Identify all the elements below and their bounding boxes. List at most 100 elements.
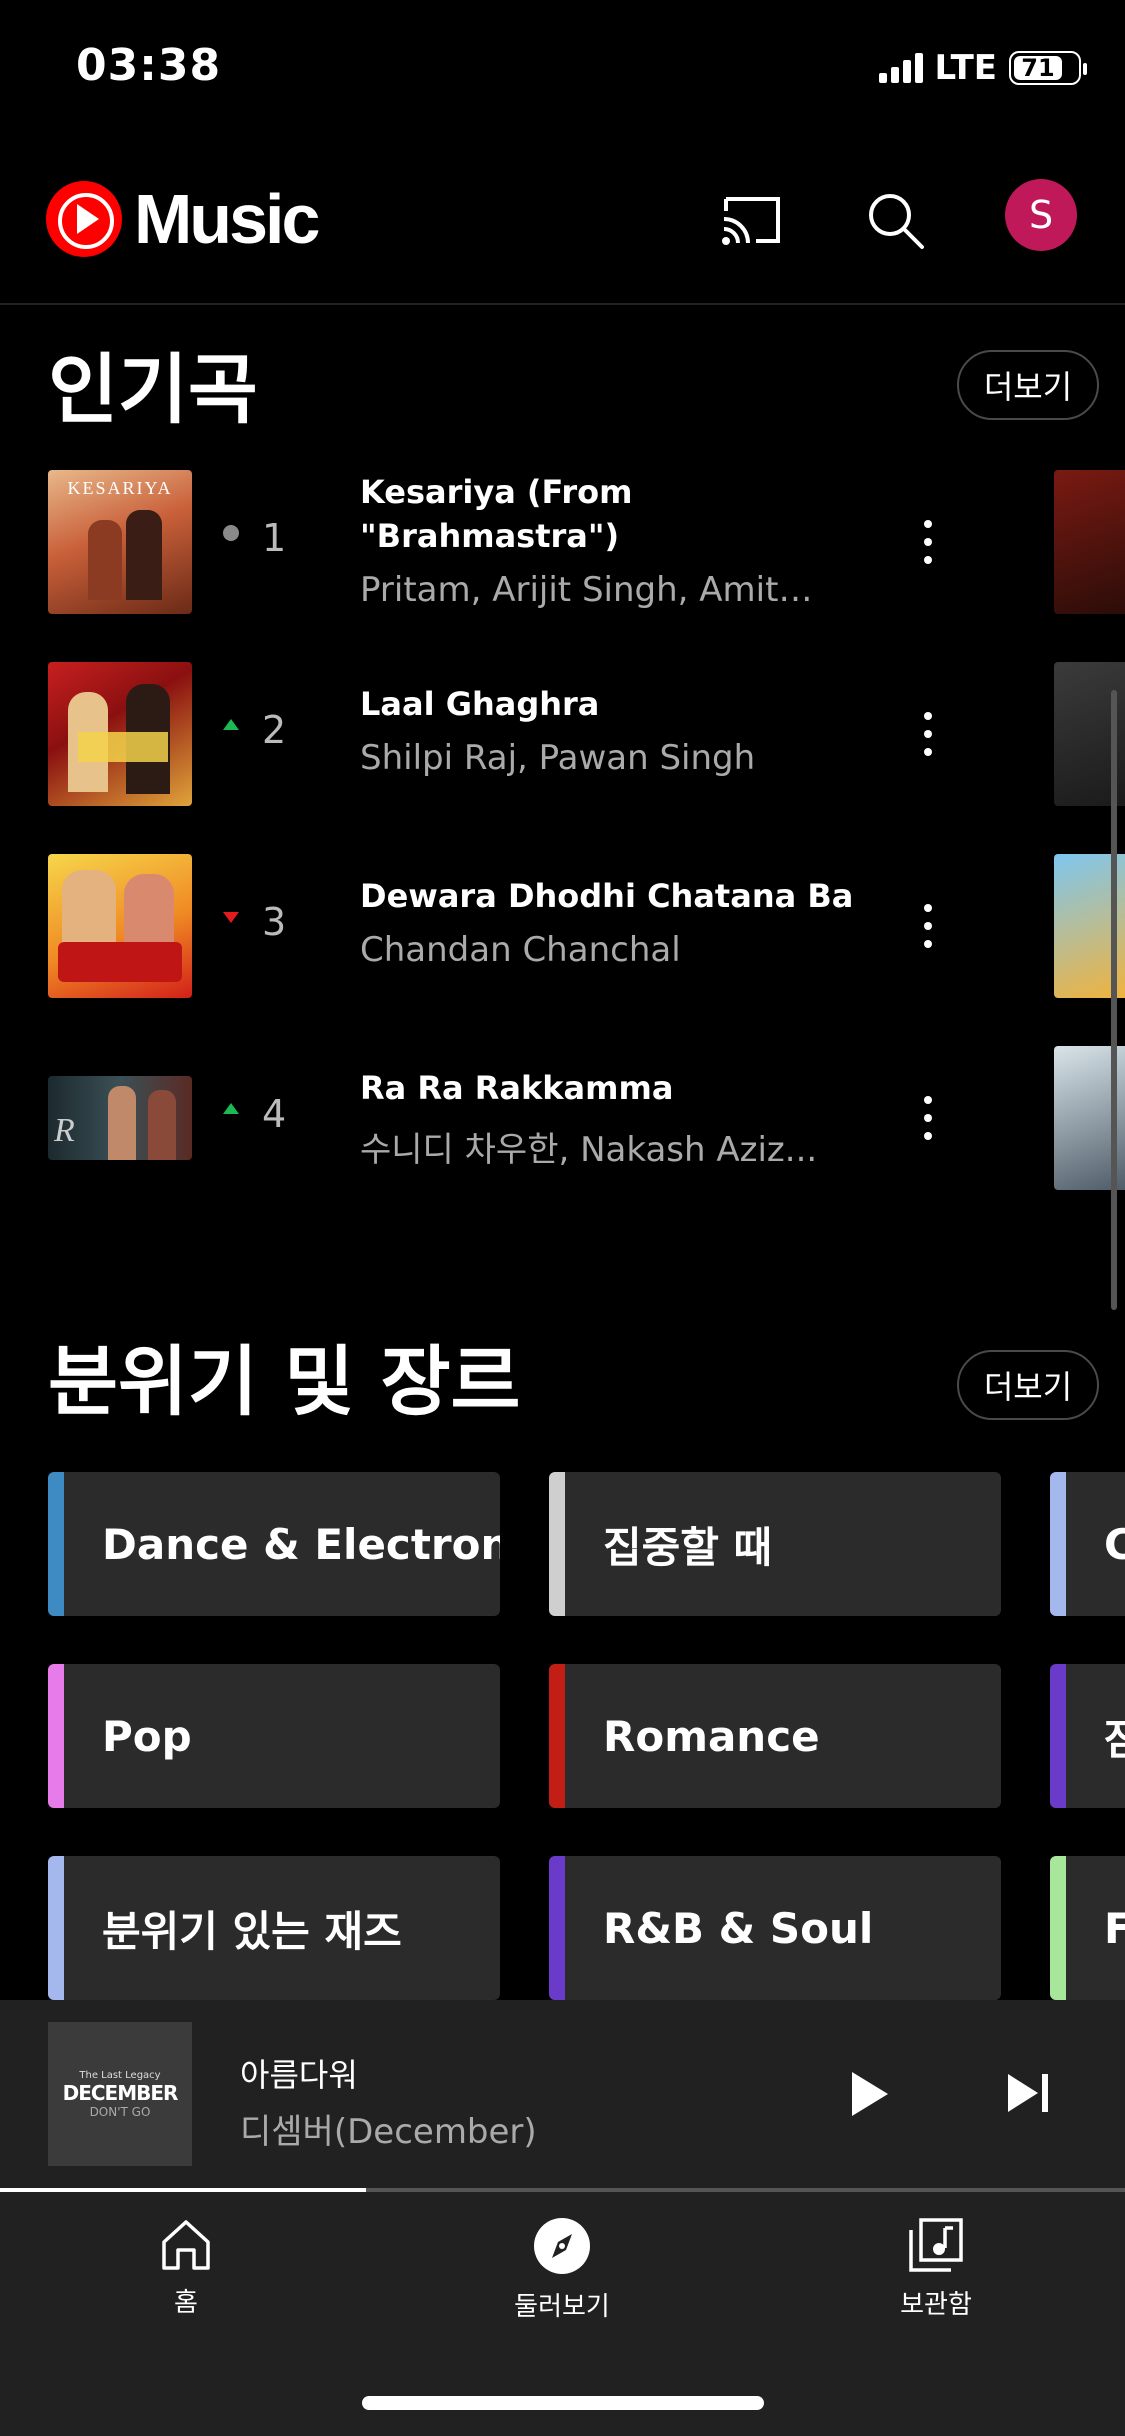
genre-tile[interactable]: Romance xyxy=(549,1664,1001,1808)
home-icon xyxy=(162,2220,210,2270)
nav-home-label: 홈 xyxy=(174,2288,198,2318)
rank-same-icon xyxy=(223,525,239,541)
nav-explore[interactable]: 둘러보기 xyxy=(462,2216,662,2323)
mini-player[interactable]: The Last Legacy DECEMBER DON'T GO 아름다워 디… xyxy=(0,2000,1125,2190)
compass-icon xyxy=(534,2218,590,2274)
genre-label: Dance & Electronic xyxy=(102,1519,500,1569)
charts-title: 인기곡 xyxy=(48,345,258,434)
search-button[interactable] xyxy=(864,189,928,253)
genre-tile[interactable]: Dance & Electronic xyxy=(48,1472,500,1616)
nav-home[interactable]: 홈 xyxy=(86,2216,286,2319)
network-type: LTE xyxy=(934,48,997,88)
genre-tile[interactable]: 분위기 있는 재즈 xyxy=(48,1856,500,2000)
signal-icon xyxy=(878,53,923,83)
track-artist: Chandan Chanchal xyxy=(360,930,681,970)
search-icon xyxy=(869,194,924,249)
genre-color-bar xyxy=(48,1856,64,2000)
track-title: Ra Ra Rakkamma xyxy=(360,1069,674,1107)
cover-caption: The Last Legacy xyxy=(79,2069,161,2081)
genre-tile[interactable]: 잠 xyxy=(1050,1664,1125,1808)
nav-library[interactable]: 보관함 xyxy=(836,2216,1036,2321)
youtube-music-logo[interactable]: Music xyxy=(46,179,320,259)
track-cover xyxy=(48,662,192,806)
now-playing-artist: 디셈버(December) xyxy=(240,2112,537,2152)
genre-color-bar xyxy=(1050,1664,1066,1808)
status-time: 03:38 xyxy=(76,40,222,91)
now-playing-title: 아름다워 xyxy=(240,2056,358,2094)
track-title-line: Kesariya (From xyxy=(360,473,633,511)
more-options-icon[interactable] xyxy=(918,712,938,756)
genre-label: C xyxy=(1104,1519,1125,1569)
genres-more-button[interactable]: 더보기 xyxy=(957,1350,1099,1420)
track-title: Laal Ghaghra xyxy=(360,685,600,723)
more-options-icon[interactable] xyxy=(918,1096,938,1140)
next-column-cover[interactable] xyxy=(1054,470,1125,614)
youtube-play-icon xyxy=(46,181,122,257)
more-options-icon[interactable] xyxy=(918,520,938,564)
horizontal-scroll-indicator[interactable] xyxy=(1111,690,1117,1310)
genre-tile[interactable]: C xyxy=(1050,1472,1125,1616)
genre-color-bar xyxy=(549,1664,565,1808)
nav-explore-label: 둘러보기 xyxy=(514,2292,610,2322)
home-indicator[interactable] xyxy=(362,2396,764,2410)
track-row[interactable]: R 4 Ra Ra Rakkamma 수니디 차우한, Nakash Aziz.… xyxy=(48,1046,1048,1192)
battery-icon: 71 xyxy=(1009,51,1087,85)
rank-up-icon xyxy=(223,1103,239,1114)
track-rank: 1 xyxy=(262,516,287,560)
status-bar: 03:38 LTE 71 xyxy=(0,0,1125,135)
cast-icon xyxy=(722,197,780,245)
genre-tile[interactable]: F xyxy=(1050,1856,1125,2000)
genres-title: 분위기 및 장르 xyxy=(48,1337,521,1426)
track-row[interactable]: 3 Dewara Dhodhi Chatana Ba Chandan Chanc… xyxy=(48,854,1048,1000)
track-row[interactable]: 2 Laal Ghaghra Shilpi Raj, Pawan Singh xyxy=(48,662,1048,808)
rank-down-icon xyxy=(223,912,239,923)
play-button[interactable] xyxy=(848,2068,892,2124)
track-artist: 수니디 차우한, Nakash Aziz... xyxy=(360,1130,818,1170)
app-name: Music xyxy=(134,180,320,258)
genre-label: 잠 xyxy=(1104,1714,1125,1764)
genre-color-bar xyxy=(549,1856,565,2000)
genre-color-bar xyxy=(48,1664,64,1808)
genre-tile[interactable]: R&B & Soul xyxy=(549,1856,1001,2000)
cover-title-text: KESARIYA xyxy=(67,478,173,498)
rank-up-icon xyxy=(223,719,239,730)
track-title: Kesariya (From "Brahmastra") xyxy=(360,470,900,558)
genre-color-bar xyxy=(1050,1856,1066,2000)
track-rank: 4 xyxy=(262,1092,287,1136)
now-playing-cover: The Last Legacy DECEMBER DON'T GO xyxy=(48,2022,192,2166)
genre-color-bar xyxy=(48,1472,64,1616)
account-avatar[interactable]: S xyxy=(1005,179,1077,251)
more-options-icon[interactable] xyxy=(918,904,938,948)
cover-album: DON'T GO xyxy=(89,2104,151,2119)
play-icon xyxy=(852,2072,888,2116)
track-rank: 2 xyxy=(262,708,287,752)
cast-button[interactable] xyxy=(720,189,784,253)
track-cover xyxy=(48,854,192,998)
track-row[interactable]: KESARIYA 1 Kesariya (From "Brahmastra") … xyxy=(48,470,1048,616)
track-rank: 3 xyxy=(262,900,287,944)
library-icon xyxy=(909,2218,963,2272)
track-artist: Pritam, Arijit Singh, Amita... xyxy=(360,570,820,610)
genre-color-bar xyxy=(549,1472,565,1616)
next-button[interactable] xyxy=(1004,2070,1052,2120)
genre-label: F xyxy=(1104,1903,1125,1953)
cover-artist: DECEMBER xyxy=(62,2080,179,2105)
genre-label: 분위기 있는 재즈 xyxy=(102,1906,402,1956)
track-title-line: "Brahmastra") xyxy=(360,517,620,555)
genre-color-bar xyxy=(1050,1472,1066,1616)
track-artist: Shilpi Raj, Pawan Singh xyxy=(360,738,756,778)
genre-label: Pop xyxy=(102,1711,192,1761)
genre-tile[interactable]: Pop xyxy=(48,1664,500,1808)
battery-level: 71 xyxy=(1021,54,1055,82)
genre-label: Romance xyxy=(603,1711,820,1761)
nav-library-label: 보관함 xyxy=(900,2290,972,2320)
charts-more-button[interactable]: 더보기 xyxy=(957,350,1099,420)
skip-next-icon xyxy=(1008,2074,1048,2112)
genre-label: 집중할 때 xyxy=(603,1522,773,1572)
track-cover: KESARIYA xyxy=(48,470,192,614)
genre-label: R&B & Soul xyxy=(603,1903,874,1953)
genre-tile[interactable]: 집중할 때 xyxy=(549,1472,1001,1616)
track-title: Dewara Dhodhi Chatana Ba xyxy=(360,877,854,915)
status-indicators: LTE 71 xyxy=(878,48,1087,88)
app-header: Music S xyxy=(0,135,1125,305)
